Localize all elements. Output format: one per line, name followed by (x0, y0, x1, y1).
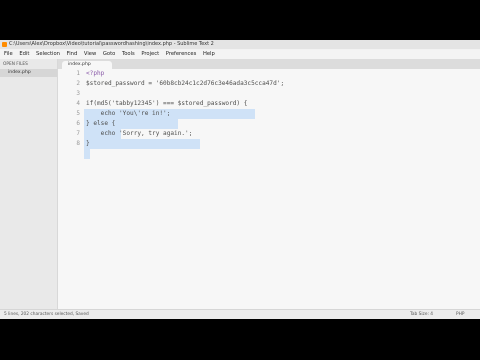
tab-index-php[interactable]: index.php (62, 61, 112, 69)
code-text: echo 'Sorry, try again.'; (86, 130, 193, 137)
status-text: 5 lines, 202 characters selected, Saved (4, 312, 89, 317)
line-number: 2 (76, 80, 80, 87)
status-bar: 5 lines, 202 characters selected, Saved … (0, 309, 480, 319)
code-text: <?php (86, 70, 105, 77)
menu-selection[interactable]: Selection (36, 50, 60, 59)
tab-bar: index.php (58, 59, 480, 69)
code-line: 8 } (58, 139, 480, 149)
window-title: C:\Users\Alex\Dropbox\Video\tutorial\pas… (9, 41, 214, 47)
code-text: echo 'You\'re in!'; (86, 110, 171, 117)
title-bar: C:\Users\Alex\Dropbox\Video\tutorial\pas… (0, 40, 480, 49)
menu-preferences[interactable]: Preferences (166, 50, 197, 59)
line-number: 5 (76, 110, 80, 117)
menu-find[interactable]: Find (67, 50, 78, 59)
line-number: 7 (76, 130, 80, 137)
sidebar-header: OPEN FILES (3, 62, 28, 67)
line-number: 3 (76, 90, 80, 97)
sidebar: OPEN FILES index.php (0, 59, 58, 309)
code-text: $stored_password = '60b8cb24c1c2d76c3e46… (86, 80, 285, 87)
syntax-selector[interactable]: PHP (456, 310, 464, 319)
code-line: 2 $stored_password = '60b8cb24c1c2d76c3e… (58, 79, 480, 89)
code-line: 1 <?php (58, 69, 480, 79)
line-number: 8 (76, 140, 80, 147)
code-line: 3 (58, 89, 480, 99)
sidebar-item-label: index.php (8, 70, 31, 75)
code-line: 4 if(md5('tabby12345') === $stored_passw… (58, 99, 480, 109)
code-editor[interactable]: 1 <?php 2 $stored_password = '60b8cb24c1… (58, 69, 480, 309)
tab-size-selector[interactable]: Tab Size: 4 (410, 310, 433, 319)
menu-edit[interactable]: Edit (19, 50, 29, 59)
code-text: } else { (86, 120, 116, 127)
sidebar-item-index-php[interactable]: index.php (0, 69, 57, 77)
menu-project[interactable]: Project (141, 50, 159, 59)
sublime-window: C:\Users\Alex\Dropbox\Video\tutorial\pas… (0, 40, 480, 319)
line-number: 6 (76, 120, 80, 127)
code-line: 7 echo 'Sorry, try again.'; (58, 129, 480, 139)
line-number: 4 (76, 100, 80, 107)
menu-view[interactable]: View (84, 50, 96, 59)
code-line: 5 echo 'You\'re in!'; (58, 109, 480, 119)
code-text: } (86, 140, 90, 147)
code-text: if(md5('tabby12345') === $stored_passwor… (86, 100, 248, 107)
code-line: 6 } else { (58, 119, 480, 129)
menu-file[interactable]: File (4, 50, 13, 59)
line-number: 1 (76, 70, 80, 77)
menu-bar: File Edit Selection Find View Goto Tools… (0, 50, 480, 59)
menu-tools[interactable]: Tools (122, 50, 135, 59)
menu-goto[interactable]: Goto (103, 50, 115, 59)
selection-highlight (84, 149, 90, 159)
menu-help[interactable]: Help (203, 50, 215, 59)
sublime-logo-icon (2, 42, 7, 47)
